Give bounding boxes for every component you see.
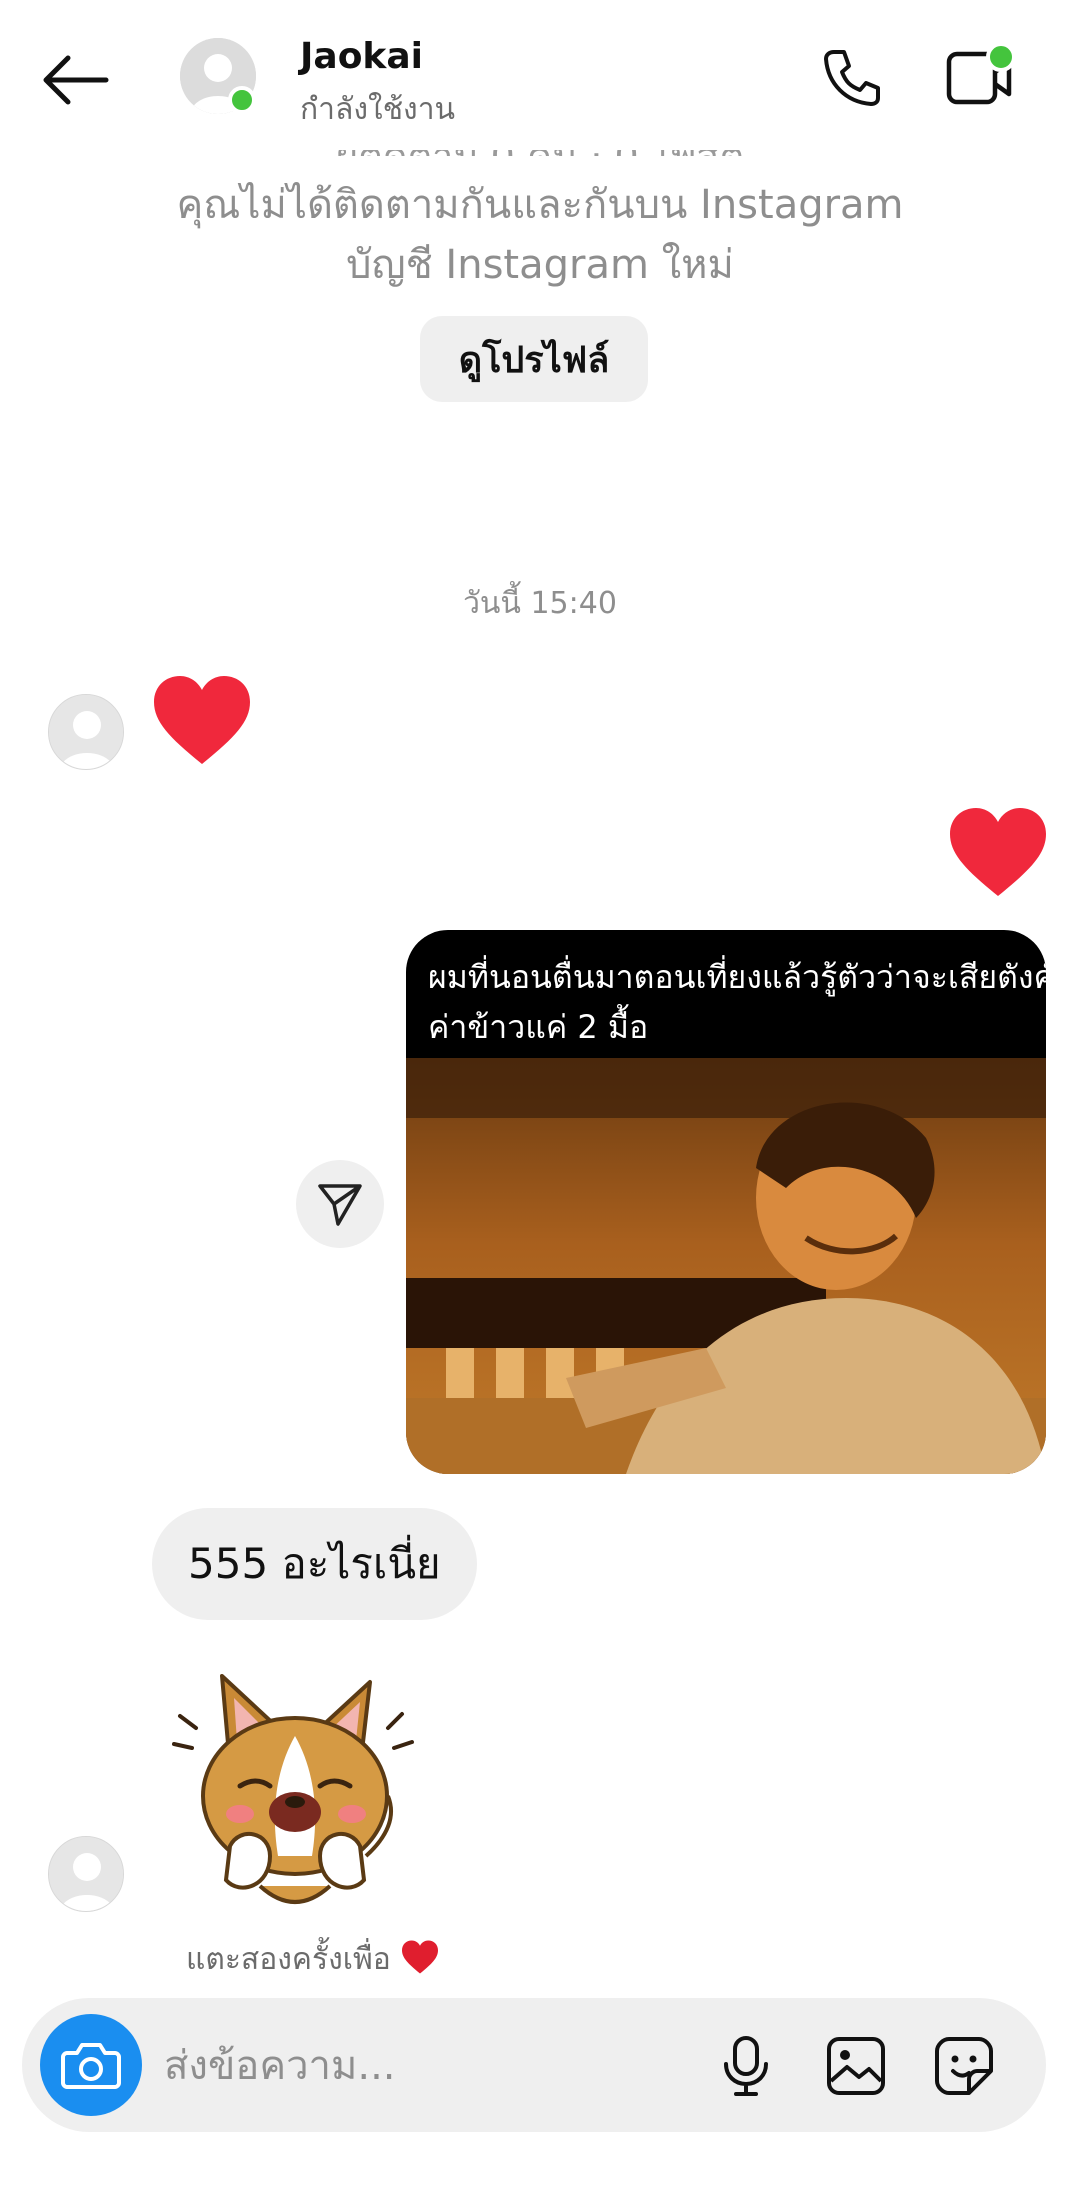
media-caption-line-2: ค่าข้าวแค่ 2 มื้อ [428,1008,649,1046]
sticker-button[interactable] [932,2034,996,2098]
default-avatar-icon [49,1837,123,1911]
heart-icon [402,1940,439,1974]
account-status-text: บัญชี Instagram ใหม่ [346,242,734,288]
media-message[interactable]: ผมที่นอนตื่นมาตอนเที่ยงแล้วรู้ตัวว่าจะเส… [406,930,1046,1474]
received-heart-message[interactable] [150,672,254,768]
media-caption: ผมที่นอนตื่นมาตอนเที่ยงแล้วรู้ตัวว่าจะเส… [428,952,1046,1052]
chat-header: Jaokai กำลังใช้งาน [0,0,1080,150]
contact-status: กำลังใช้งาน [300,92,456,127]
media-caption-line-1: ผมที่นอนตื่นมาตอนเที่ยงแล้วรู้ตัวว่าจะเส… [428,958,1046,996]
sticker-icon [935,2037,993,2095]
corgi-sticker-icon [172,1674,414,1904]
heart-icon [950,808,1046,896]
microphone-icon [724,2036,768,2096]
double-tap-hint-text: แตะสองครั้งเพื่อ [186,1942,391,1977]
message-input[interactable] [164,2034,684,2098]
share-button[interactable] [296,1160,384,1248]
corgi-sticker-message[interactable] [160,1656,430,1926]
follow-status-text: คุณไม่ได้ติดตามกันและกันบน Instagram [176,182,904,228]
camera-icon [61,2043,121,2089]
online-indicator [228,86,256,114]
call-button[interactable] [820,46,884,110]
heart-icon [154,676,250,764]
double-tap-hint: แตะสองครั้งเพื่อ [186,1936,440,1983]
arrow-left-icon [43,55,109,105]
sender-avatar[interactable] [48,694,124,770]
back-button[interactable] [38,50,118,110]
view-profile-button[interactable]: ดูโปรไฟล์ [420,316,648,402]
image-gallery-icon [827,2037,885,2095]
message-timestamp: วันนี้ 15:40 [463,586,617,621]
paper-plane-icon [318,1184,362,1226]
voice-message-button[interactable] [714,2034,778,2098]
sender-avatar[interactable] [48,1836,124,1912]
camera-button[interactable] [40,2014,142,2116]
meme-image [406,1058,1046,1474]
phone-icon [824,50,880,106]
contact-name[interactable]: Jaokai [300,36,423,77]
gallery-button[interactable] [824,2034,888,2098]
video-online-indicator [986,42,1016,72]
sent-heart-message[interactable] [946,804,1050,900]
default-avatar-icon [49,695,123,769]
received-text-message[interactable]: 555 อะไรเนี่ย [152,1508,477,1620]
